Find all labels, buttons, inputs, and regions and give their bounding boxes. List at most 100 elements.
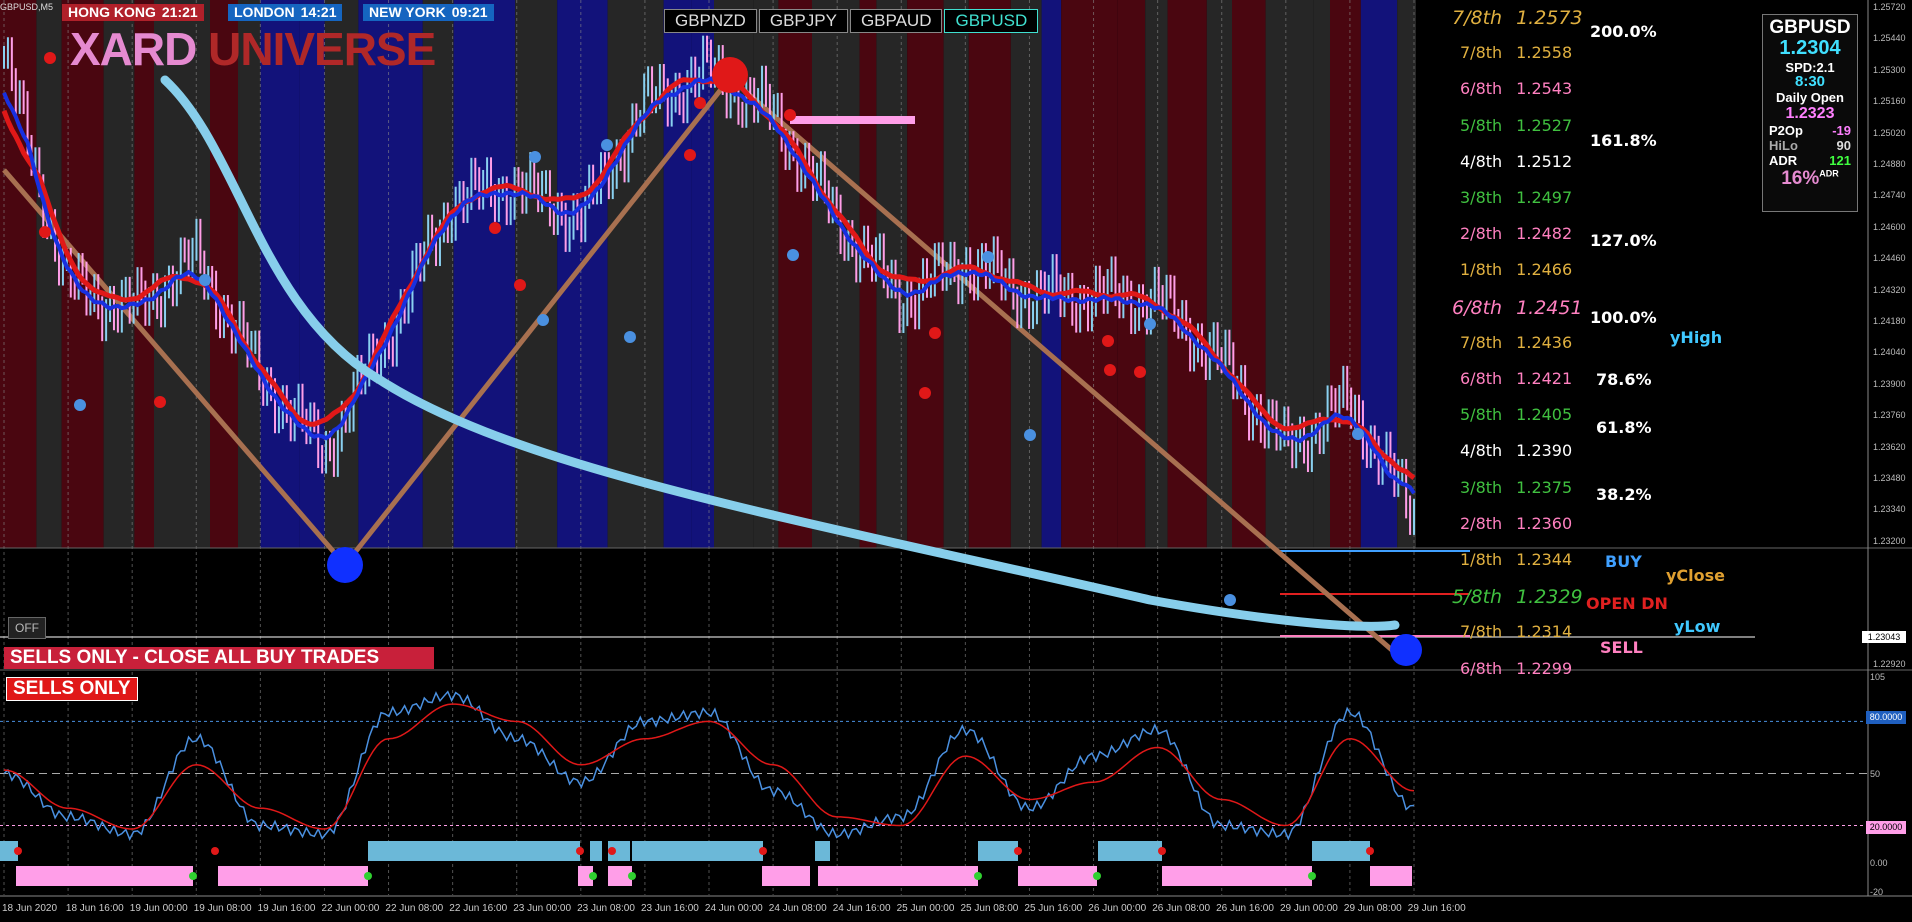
price-tick-7: 1.24600: [1873, 221, 1906, 232]
blue-swing-dot: [529, 151, 541, 163]
time-tick-21: 29 Jun 08:00: [1343, 903, 1402, 914]
red-signal-dot: [759, 847, 767, 855]
price-tick-19: 1.22920: [1873, 659, 1906, 669]
ind-level20: 20.0000: [1866, 821, 1906, 834]
murrey-label: 1/8th: [1460, 550, 1503, 569]
red-signal-dot: [1158, 847, 1166, 855]
green-signal-dot: [1308, 872, 1316, 880]
murrey-label: 7/8th: [1460, 332, 1503, 352]
adr-pct: 16%: [1781, 168, 1820, 189]
time-tick-1: 18 Jun 16:00: [65, 903, 124, 914]
buy-signal-bar: [815, 841, 830, 861]
fib-level-2: 127.0%: [1590, 231, 1657, 250]
murrey-label: 3/8th: [1460, 188, 1503, 207]
murrey-level-0: 7/8th 1.2573: [1452, 7, 1583, 29]
buy-signal-bar: [590, 841, 602, 861]
price-tick-0: 1.25720: [1873, 2, 1906, 12]
sell-signal-bar: [1018, 866, 1097, 886]
green-signal-dot: [364, 872, 372, 880]
murrey-level-16: 5/8th 1.2329: [1452, 586, 1583, 608]
time-tick-14: 25 Jun 00:00: [896, 903, 955, 914]
fib-level-5: 61.8%: [1596, 418, 1652, 437]
time-tick-17: 26 Jun 00:00: [1088, 903, 1147, 914]
symbol-tab-gbpusd[interactable]: GBPUSD: [944, 9, 1039, 33]
buy-signal-bar: [632, 841, 763, 861]
murrey-price: 1.2527: [1516, 115, 1573, 135]
murrey-label: 6/8th: [1460, 369, 1503, 388]
swing-pivot-marker: [712, 57, 748, 93]
ylow-label: yLow: [1674, 617, 1721, 636]
red-swing-dot: [39, 226, 51, 238]
session-clock-1: LONDON 14:21: [228, 4, 343, 21]
murrey-price: 1.2390: [1516, 441, 1573, 461]
green-signal-dot: [1093, 872, 1101, 880]
red-swing-dot: [154, 396, 166, 408]
trend-band: [299, 0, 325, 548]
time-tick-18: 26 Jun 08:00: [1152, 903, 1211, 914]
red-swing-dot: [684, 149, 696, 161]
time-tick-15: 25 Jun 08:00: [960, 903, 1019, 914]
red-swing-dot: [1134, 366, 1146, 378]
symbol-tab-gbpnzd[interactable]: GBPNZD: [664, 9, 757, 33]
price-tick-3: 1.25160: [1873, 96, 1906, 107]
murrey-price: 1.2405: [1516, 405, 1573, 425]
swing-pivot-marker: [1390, 634, 1422, 666]
info-hilo-row: HiLo 90: [1763, 138, 1857, 153]
murrey-level-5: 3/8th 1.2497: [1460, 188, 1572, 207]
price-tick-12: 1.23900: [1873, 378, 1906, 389]
green-signal-dot: [189, 872, 197, 880]
sells-only-close-banner: SELLS ONLY - CLOSE ALL BUY TRADES: [4, 647, 434, 669]
time-tick-6: 22 Jun 08:00: [385, 903, 444, 914]
info-adr-pct: 16%ADR: [1763, 168, 1857, 190]
trend-band: [324, 0, 359, 548]
murrey-price: 1.2451: [1516, 296, 1583, 319]
green-signal-dot: [589, 872, 597, 880]
trend-band: [358, 0, 406, 548]
trend-band: [812, 0, 860, 548]
trend-band: [0, 0, 37, 548]
murrey-price: 1.2466: [1516, 260, 1573, 280]
murrey-label: 5/8th: [1452, 586, 1503, 609]
open-dn-label: OPEN DN: [1586, 594, 1668, 613]
red-swing-dot: [44, 52, 56, 64]
trend-band: [422, 0, 454, 548]
murrey-price: 1.2360: [1516, 513, 1573, 533]
stochastic-indicator: [0, 690, 1868, 886]
time-tick-9: 23 Jun 08:00: [577, 903, 635, 914]
time-tick-19: 26 Jun 16:00: [1216, 903, 1274, 914]
time-tick-7: 22 Jun 16:00: [449, 903, 508, 914]
murrey-price: 1.2314: [1516, 622, 1573, 642]
murrey-level-6: 2/8th 1.2482: [1460, 224, 1572, 243]
murrey-price: 1.2375: [1516, 477, 1573, 497]
red-signal-dot: [14, 847, 22, 855]
murrey-level-15: 1/8th 1.2344: [1460, 550, 1572, 569]
sell-signal-bar: [1162, 866, 1312, 886]
murrey-level-2: 6/8th 1.2543: [1460, 79, 1572, 98]
off-button[interactable]: OFF: [8, 617, 46, 639]
ind-axis-bottom: -20: [1870, 887, 1884, 897]
sell-signal-bar: [1370, 866, 1412, 886]
blue-swing-dot: [787, 249, 799, 261]
price-tick-16: 1.23340: [1873, 504, 1906, 515]
murrey-price: 1.2329: [1516, 586, 1583, 609]
symbol-tab-gbpaud[interactable]: GBPAUD: [849, 9, 943, 33]
buy-signal-bar: [1312, 841, 1370, 861]
ind-axis-zero: 0.00: [1870, 858, 1888, 868]
trend-band: [1330, 0, 1361, 548]
symbol-tab-gbpjpy[interactable]: GBPJPY: [758, 9, 848, 33]
murrey-label: 7/8th: [1460, 43, 1503, 63]
murrey-level-11: 5/8th 1.2405: [1460, 405, 1572, 424]
murrey-label: 2/8th: [1460, 513, 1503, 533]
murrey-level-13: 3/8th 1.2375: [1460, 478, 1572, 497]
trend-band: [453, 0, 490, 548]
time-tick-11: 24 Jun 00:00: [704, 903, 763, 914]
buy-label: BUY: [1605, 552, 1642, 571]
fib-level-3: 100.0%: [1590, 308, 1657, 327]
info-symbol: GBPUSD: [1769, 17, 1851, 38]
red-swing-dot: [1102, 335, 1114, 347]
xard-logo: XARD UNIVERSE: [70, 22, 436, 76]
murrey-price: 1.2512: [1516, 151, 1573, 171]
red-signal-dot: [1014, 847, 1022, 855]
red-signal-dot: [211, 847, 219, 855]
blue-swing-dot: [1144, 318, 1156, 330]
